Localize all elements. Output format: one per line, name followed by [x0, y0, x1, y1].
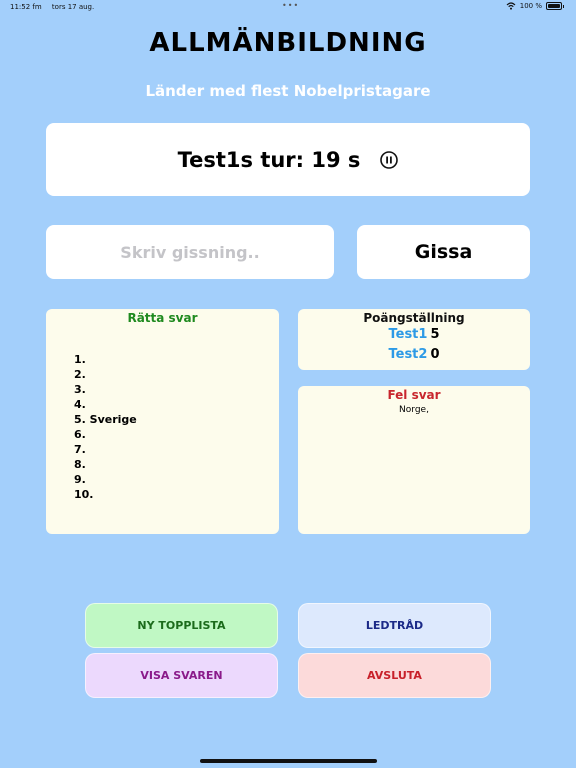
wifi-icon	[506, 2, 516, 10]
turn-timer-text: Test1s tur: 19 s	[177, 147, 361, 172]
player-name: Test2	[388, 347, 428, 362]
answer-item: 9.	[74, 473, 86, 486]
show-answers-button[interactable]: VISA SVAREN	[85, 653, 278, 698]
pause-circle-icon[interactable]	[380, 150, 399, 169]
battery-icon	[546, 2, 562, 10]
multitasking-dots[interactable]: •••	[282, 1, 299, 10]
hint-button[interactable]: LEDTRÅD	[298, 603, 491, 648]
scoreboard-title: Poängställning	[363, 311, 465, 325]
player-score: 5	[430, 327, 440, 342]
home-indicator[interactable]	[200, 759, 377, 763]
battery-percent: 100 %	[519, 2, 542, 10]
scoreboard-panel: Poängställning Test1 5 Test2 0	[298, 309, 530, 370]
guess-button[interactable]: Gissa	[357, 225, 530, 279]
status-time: 11:52 fm	[10, 3, 42, 11]
status-right: 100 %	[506, 2, 564, 10]
wrong-answers-text: Norge,	[399, 405, 429, 415]
app-title: ALLMÄNBILDNING	[149, 28, 427, 58]
new-toplist-button[interactable]: NY TOPPLISTA	[85, 603, 278, 648]
answer-item: 6.	[74, 428, 86, 441]
score-row-player2: Test2 0	[298, 345, 530, 365]
status-left: 11:52 fm tors 17 aug.	[10, 3, 102, 11]
correct-answers-panel: Rätta svar 1. 2. 3. 4. 5. Sverige 6. 7. …	[46, 309, 279, 534]
wrong-answers-title: Fel svar	[387, 388, 441, 402]
category-subtitle: Länder med flest Nobelpristagare	[145, 82, 431, 100]
answer-item: 1.	[74, 353, 86, 366]
answer-item: 10.	[74, 488, 94, 501]
player-score: 0	[430, 347, 440, 362]
answer-item: 3.	[74, 383, 86, 396]
status-date: tors 17 aug.	[51, 3, 95, 11]
correct-answers-title: Rätta svar	[127, 311, 198, 325]
player-name: Test1	[388, 327, 428, 342]
quit-button[interactable]: AVSLUTA	[298, 653, 491, 698]
answer-item: 8.	[74, 458, 86, 471]
turn-card: Test1s tur: 19 s	[46, 123, 530, 196]
answer-item: 5. Sverige	[74, 413, 137, 426]
score-row-player1: Test1 5	[298, 325, 530, 345]
guess-input[interactable]	[46, 225, 334, 279]
answer-item: 4.	[74, 398, 86, 411]
wrong-answers-panel: Fel svar Norge,	[298, 386, 530, 534]
answer-item: 2.	[74, 368, 86, 381]
status-bar: 11:52 fm tors 17 aug. ••• 100 %	[0, 0, 576, 14]
correct-answers-list: 1. 2. 3. 4. 5. Sverige 6. 7. 8. 9. 10.	[74, 352, 137, 502]
answer-item: 7.	[74, 443, 86, 456]
battery-tip	[563, 4, 564, 8]
